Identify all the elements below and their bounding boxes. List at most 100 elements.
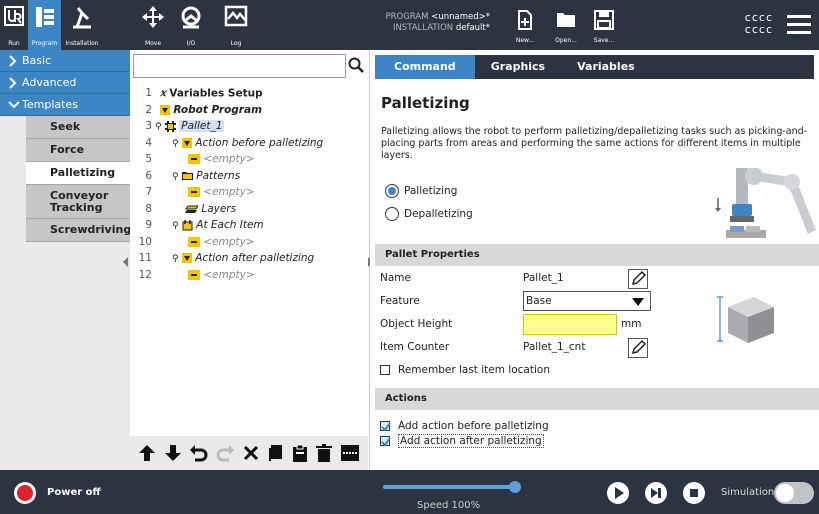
tree-search-input[interactable] — [133, 54, 346, 78]
sidebar-section-advanced[interactable]: Advanced — [0, 72, 130, 94]
sidebar-section-basic[interactable]: Basic — [0, 50, 130, 72]
stop-icon — [690, 489, 698, 497]
checkbox-label: Remember last item location — [398, 364, 550, 376]
tree-row[interactable]: 9 ⚲ At Each Item — [130, 217, 368, 234]
installation-tab[interactable]: Installation — [61, 0, 103, 50]
tree-row[interactable]: 11 ⚲ Action after palletizing — [130, 250, 368, 267]
speed-label: Speed 100% — [417, 500, 481, 511]
action-before-checkbox[interactable]: Add action before palletizing — [380, 420, 549, 432]
tree-node-label: At Each Item — [196, 219, 264, 231]
log-tab[interactable]: Log — [220, 0, 252, 50]
move-tab[interactable]: Move — [138, 0, 168, 50]
suppress-icon[interactable] — [340, 444, 360, 462]
tree-row[interactable]: 10 <empty> — [130, 234, 368, 251]
depalletizing-radio[interactable]: Depalletizing — [385, 207, 473, 221]
robot-identity: cccc cccc — [745, 12, 773, 36]
expand-pin-icon[interactable]: ⚲ — [172, 254, 179, 264]
palletizing-radio[interactable]: Palletizing — [385, 184, 457, 198]
speed-slider-fill — [383, 485, 515, 489]
copy-icon[interactable] — [268, 444, 284, 462]
expand-pin-icon[interactable]: ⚲ — [172, 172, 179, 182]
empty-node-icon — [188, 269, 200, 280]
tree-row[interactable]: 6 ⚲ Patterns — [130, 168, 368, 185]
tree-node: <empty> — [188, 151, 255, 168]
tree-node-label: Pallet_1 — [179, 120, 225, 132]
checkbox-label: Add action after palletizing — [398, 434, 544, 448]
move-down-icon[interactable] — [164, 444, 182, 462]
tab-command[interactable]: Command — [375, 55, 475, 79]
tree-row[interactable]: 3 ⚲ Pallet_1 — [130, 118, 368, 135]
tab-graphics[interactable]: Graphics — [475, 55, 561, 79]
chevron-right-icon — [9, 55, 17, 67]
undo-icon[interactable] — [190, 444, 208, 462]
program-installation-info: PROGRAM <unnamed>* INSTALLATION default* — [370, 12, 490, 34]
tree-row[interactable]: 2 Robot Program — [130, 102, 368, 119]
expand-pin-icon[interactable]: ⚲ — [172, 221, 179, 231]
redo-icon[interactable] — [216, 444, 234, 462]
expand-pin-icon[interactable]: ⚲ — [172, 139, 179, 149]
sidebar-section-label: Advanced — [22, 76, 77, 89]
tree-row[interactable]: 12 <empty> — [130, 267, 368, 284]
sidebar-item-conveyor-tracking[interactable]: Conveyor Tracking — [26, 185, 130, 219]
delete-icon[interactable] — [316, 444, 332, 462]
program-label: Program — [31, 40, 58, 47]
tree-row[interactable]: 4 ⚲ Action before palletizing — [130, 135, 368, 152]
sidebar-item-screwdriving[interactable]: Screwdriving — [26, 219, 131, 242]
toggle-knob — [776, 484, 794, 502]
line-number: 3 — [145, 120, 152, 132]
tree-row[interactable]: 8 Layers — [130, 201, 368, 218]
save-label: Save... — [593, 37, 615, 44]
hamburger-menu-icon[interactable] — [787, 14, 811, 34]
tree-node: <empty> — [188, 184, 255, 201]
speed-slider-handle[interactable] — [509, 481, 521, 493]
move-up-icon[interactable] — [138, 444, 156, 462]
empty-node-icon — [188, 187, 200, 197]
object-height-label: Object Height — [380, 318, 453, 330]
step-button[interactable] — [645, 482, 667, 504]
open-label: Open... — [555, 37, 577, 44]
tree-row[interactable]: 7 <empty> — [130, 184, 368, 201]
program-tab[interactable]: Program — [28, 0, 61, 50]
remember-location-checkbox[interactable]: Remember last item location — [380, 364, 550, 376]
stop-button[interactable] — [683, 482, 705, 504]
new-button[interactable]: New... — [507, 0, 543, 50]
tree-node: ⚲ Action before palletizing — [172, 135, 323, 153]
speed-slider[interactable] — [383, 481, 521, 493]
layers-icon — [185, 205, 198, 213]
line-number: 2 — [145, 103, 152, 116]
edit-name-button[interactable] — [628, 269, 648, 289]
expand-pin-icon[interactable]: ⚲ — [155, 122, 162, 132]
tree-row[interactable]: 1 𝑥 Variables Setup — [130, 85, 368, 102]
sidebar-section-templates[interactable]: Templates — [0, 94, 130, 116]
pallet-grid-icon — [164, 120, 176, 132]
pallet-name-value: Pallet_1 — [523, 272, 564, 284]
open-button[interactable]: Open... — [548, 0, 584, 50]
tree-node-label: Patterns — [196, 169, 241, 182]
sidebar-item-force[interactable]: Force — [26, 139, 130, 162]
sidebar-item-seek[interactable]: Seek — [26, 116, 130, 139]
paste-icon[interactable] — [292, 444, 308, 462]
tree-node-label: Robot Program — [173, 103, 263, 116]
power-button[interactable] — [14, 482, 36, 504]
item-counter-label: Item Counter — [380, 341, 450, 353]
save-button[interactable]: Save... — [586, 0, 622, 50]
open-folder-icon — [557, 13, 575, 27]
io-tab[interactable]: I/O — [176, 0, 206, 50]
edit-item-counter-button[interactable] — [628, 338, 648, 358]
new-label: New... — [515, 37, 535, 44]
checkbox-unchecked-icon — [380, 365, 390, 375]
search-icon[interactable] — [348, 57, 364, 73]
tree-row[interactable]: 5 <empty> — [130, 151, 368, 168]
play-button[interactable] — [607, 482, 629, 504]
action-after-checkbox[interactable]: Add action after palletizing — [380, 434, 544, 448]
tree-node: ⚲ At Each Item — [172, 217, 264, 235]
collapse-sidebar-icon[interactable] — [122, 257, 130, 267]
object-height-input[interactable] — [523, 314, 617, 335]
sidebar-item-palletizing[interactable]: Palletizing — [26, 162, 130, 185]
cut-icon[interactable] — [242, 444, 260, 462]
run-tab[interactable]: Run — [0, 0, 28, 50]
feature-dropdown[interactable]: Base — [523, 291, 651, 311]
simulation-toggle[interactable] — [774, 482, 814, 504]
tab-variables[interactable]: Variables — [561, 55, 651, 79]
radio-unselected-icon — [385, 207, 399, 221]
